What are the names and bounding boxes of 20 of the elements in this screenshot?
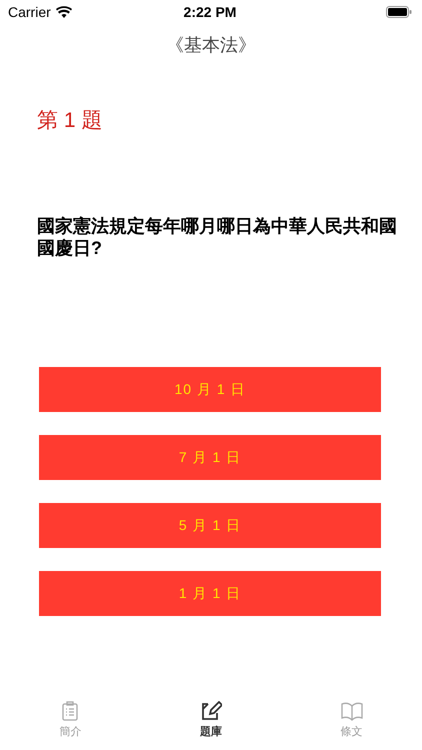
wifi-icon: [56, 6, 72, 18]
tab-item[interactable]: 題庫: [140, 700, 282, 746]
answer-button[interactable]: 5 月 1 日: [39, 503, 381, 548]
carrier-label: Carrier: [8, 4, 51, 20]
nav-title: 《基本法》: [166, 34, 256, 57]
answer-button[interactable]: 1 月 1 日: [39, 571, 381, 616]
status-time: 2:22 PM: [184, 4, 236, 20]
tab-label: 條文: [340, 724, 363, 739]
tab-item[interactable]: 條文: [281, 700, 422, 746]
edit-icon: [200, 701, 222, 721]
tab-item[interactable]: 簡介: [0, 700, 141, 746]
answer-button[interactable]: 7 月 1 日: [39, 435, 381, 480]
tab-label: 簡介: [59, 725, 82, 739]
battery-icon: [386, 6, 412, 18]
tab-label: 題庫: [200, 724, 222, 739]
question-number: 第 1 題: [36, 108, 104, 132]
question-text: 國家憲法規定每年哪月哪日為中華人民共和國國慶日?: [37, 215, 398, 259]
book-icon: [340, 701, 364, 721]
answer-button[interactable]: 10 月 1 日: [39, 367, 381, 412]
clipboard-icon: [62, 701, 78, 721]
